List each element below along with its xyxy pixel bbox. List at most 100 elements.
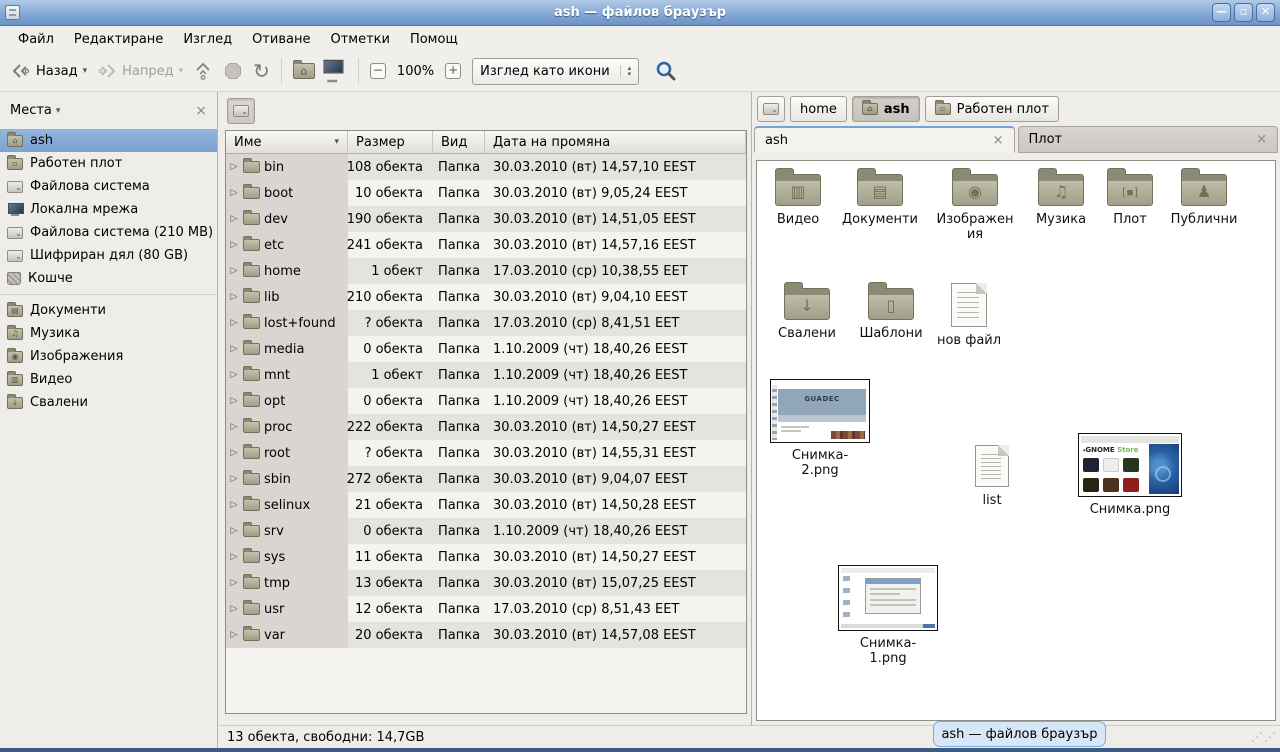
reload-button[interactable]: ↻ [248,58,275,84]
icon-item-snimka[interactable]: 🞄GNOME Store Снимка.png [1077,433,1183,517]
sidebar-title-chevron-icon[interactable]: ▾ [56,106,61,116]
expander-icon[interactable]: ▷ [229,318,239,328]
icon-item-downloads[interactable]: ↓ Свалени [765,281,849,341]
icon-item-snimka-1[interactable]: Снимка-1.png [837,565,939,666]
table-row[interactable]: ▷etc 241 обекта Папка 30.03.2010 (вт) 14… [226,232,746,258]
minimize-button[interactable]: — [1212,3,1231,22]
icon-item-videos[interactable]: ▥ Видео [757,167,839,227]
table-row[interactable]: ▷proc 222 обекта Папка 30.03.2010 (вт) 1… [226,414,746,440]
table-row[interactable]: ▷home 1 обект Папка 17.03.2010 (ср) 10,3… [226,258,746,284]
icon-item-desktop[interactable]: [▪] Плот [1093,167,1167,227]
home-button[interactable]: ⌂ [288,60,320,82]
table-row[interactable]: ▷bin 108 обекта Папка 30.03.2010 (вт) 14… [226,154,746,180]
breadcrumb-desktop-button[interactable]: ▫ Работен плот [925,96,1059,122]
expander-icon[interactable]: ▷ [229,214,239,224]
computer-button[interactable] [320,59,352,83]
sidebar-close-icon[interactable]: × [195,103,207,119]
expander-icon[interactable]: ▷ [229,188,239,198]
menu-go[interactable]: Отиване [242,29,320,50]
sidebar-item-desktop[interactable]: ▫ Работен плот [0,152,217,175]
resize-grip[interactable]: ⋰⋰ [1251,730,1277,744]
menu-help[interactable]: Помощ [400,29,468,50]
expander-icon[interactable]: ▷ [229,344,239,354]
menu-file[interactable]: Файл [8,29,64,50]
forward-button[interactable]: Напред ▾ [92,59,188,83]
expander-icon[interactable]: ▷ [229,474,239,484]
search-button[interactable] [649,56,683,86]
column-header-date[interactable]: Дата на промяна [485,131,746,154]
sidebar-item-encrypted-80gb[interactable]: Шифриран дял (80 GB) [0,244,217,267]
expander-icon[interactable]: ▷ [229,630,239,640]
expander-icon[interactable]: ▷ [229,266,239,276]
expander-icon[interactable]: ▷ [229,422,239,432]
view-mode-select[interactable]: Изглед като икони ▴▾ [472,58,639,85]
table-row[interactable]: ▷usr 12 обекта Папка 17.03.2010 (ср) 8,5… [226,596,746,622]
table-row[interactable]: ▷opt 0 обекта Папка 1.10.2009 (чт) 18,40… [226,388,746,414]
up-button[interactable] [188,58,218,84]
sidebar-item-documents[interactable]: ▤ Документи [0,299,217,322]
table-row[interactable]: ▷sbin 272 обекта Папка 30.03.2010 (вт) 9… [226,466,746,492]
tab-close-icon[interactable]: × [1256,132,1267,147]
root-location-button[interactable] [227,98,255,124]
titlebar[interactable]: ash — файлов браузър — ▫ ✕ [0,0,1280,26]
menu-view[interactable]: Изглед [173,29,242,50]
breadcrumb-home-button[interactable]: home [790,96,847,122]
expander-icon[interactable]: ▷ [229,370,239,380]
expander-icon[interactable]: ▷ [229,552,239,562]
column-header-name[interactable]: Име ▾ [226,131,348,154]
table-row[interactable]: ▷selinux 21 обекта Папка 30.03.2010 (вт)… [226,492,746,518]
sidebar-item-trash[interactable]: Кошче [0,267,217,290]
tab-close-icon[interactable]: × [993,133,1004,148]
expander-icon[interactable]: ▷ [229,448,239,458]
expander-icon[interactable]: ▷ [229,500,239,510]
sidebar-item-filesystem-210mb[interactable]: Файлова система (210 MB) [0,221,217,244]
table-row[interactable]: ▷root ? обекта Папка 30.03.2010 (вт) 14,… [226,440,746,466]
column-header-size[interactable]: Размер [348,131,433,154]
icon-item-new-file[interactable]: нов файл [929,277,1009,348]
expander-icon[interactable]: ▷ [229,396,239,406]
table-row[interactable]: ▷tmp 13 обекта Папка 30.03.2010 (вт) 15,… [226,570,746,596]
zoom-in-button[interactable]: + [440,60,466,82]
tab-plot[interactable]: Плот × [1018,126,1279,153]
sidebar-item-music[interactable]: ♫ Музика [0,322,217,345]
icon-item-music[interactable]: ♫ Музика [1021,167,1101,227]
expander-icon[interactable]: ▷ [229,526,239,536]
back-button[interactable]: Назад ▾ [6,59,92,83]
sidebar-item-home[interactable]: ⌂ ash [0,129,217,152]
icon-item-snimka-2[interactable]: GUADEC Снимка-2.png [769,379,871,478]
breadcrumb-root-button[interactable] [757,96,785,122]
column-header-type[interactable]: Вид [433,131,485,154]
menu-bookmarks[interactable]: Отметки [320,29,399,50]
sidebar-item-videos[interactable]: ▥ Видео [0,368,217,391]
expander-icon[interactable]: ▷ [229,578,239,588]
table-row[interactable]: ▷media 0 обекта Папка 1.10.2009 (чт) 18,… [226,336,746,362]
sidebar-item-downloads[interactable]: ↓ Свалени [0,391,217,414]
icon-item-list[interactable]: list [959,439,1025,508]
table-row[interactable]: ▷var 20 обекта Папка 30.03.2010 (вт) 14,… [226,622,746,648]
sidebar-title[interactable]: Места [10,103,52,118]
icon-item-documents[interactable]: ▤ Документи [837,167,923,227]
close-button[interactable]: ✕ [1256,3,1275,22]
expander-icon[interactable]: ▷ [229,162,239,172]
icon-item-templates[interactable]: ▯ Шаблони [849,281,933,341]
zoom-out-button[interactable]: − [365,60,391,82]
expander-icon[interactable]: ▷ [229,604,239,614]
stop-button[interactable] [218,58,248,84]
breadcrumb-ash-button[interactable]: ⌂ ash [852,96,920,122]
table-row[interactable]: ▷srv 0 обекта Папка 1.10.2009 (чт) 18,40… [226,518,746,544]
sidebar-item-pictures[interactable]: ◉ Изображения [0,345,217,368]
icon-item-pictures[interactable]: ◉ Изображения [935,167,1015,242]
table-row[interactable]: ▷dev 190 обекта Папка 30.03.2010 (вт) 14… [226,206,746,232]
expander-icon[interactable]: ▷ [229,240,239,250]
icon-item-public[interactable]: ♟ Публични [1161,167,1247,227]
table-row[interactable]: ▷lost+found ? обекта Папка 17.03.2010 (с… [226,310,746,336]
sidebar-item-local-network[interactable]: Локална мрежа [0,198,217,221]
table-row[interactable]: ▷boot 10 обекта Папка 30.03.2010 (вт) 9,… [226,180,746,206]
maximize-button[interactable]: ▫ [1234,3,1253,22]
back-history-chevron-icon[interactable]: ▾ [83,66,88,76]
table-row[interactable]: ▷sys 11 обекта Папка 30.03.2010 (вт) 14,… [226,544,746,570]
table-row[interactable]: ▷lib 210 обекта Папка 30.03.2010 (вт) 9,… [226,284,746,310]
menu-edit[interactable]: Редактиране [64,29,173,50]
tab-ash[interactable]: ash × [754,126,1015,153]
sidebar-item-filesystem[interactable]: Файлова система [0,175,217,198]
